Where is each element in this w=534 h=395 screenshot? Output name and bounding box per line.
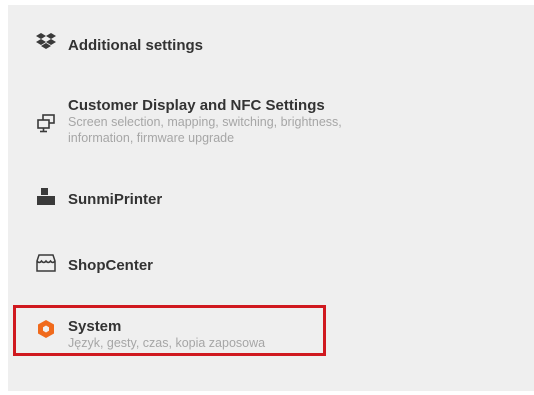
settings-item-title: ShopCenter: [68, 257, 154, 274]
settings-item-title: Additional settings: [68, 37, 203, 54]
shop-icon: [36, 253, 56, 273]
settings-item-title: Customer Display and NFC Settings: [68, 97, 325, 114]
highlight-box: [13, 305, 326, 356]
printer-icon: [36, 187, 56, 207]
settings-item-printer[interactable]: SunmiPrinter: [8, 165, 534, 229]
settings-item-title: SunmiPrinter: [68, 191, 163, 208]
dropbox-icon: [36, 31, 56, 51]
settings-item-subtitle: Screen selection, mapping, switching, br…: [68, 115, 342, 145]
settings-item-additional[interactable]: Additional settings: [8, 5, 534, 85]
settings-item-shopcenter[interactable]: ShopCenter: [8, 231, 534, 295]
dual-display-icon: [36, 113, 56, 133]
settings-item-customer-display[interactable]: Customer Display and NFC Settings Screen…: [8, 87, 534, 157]
